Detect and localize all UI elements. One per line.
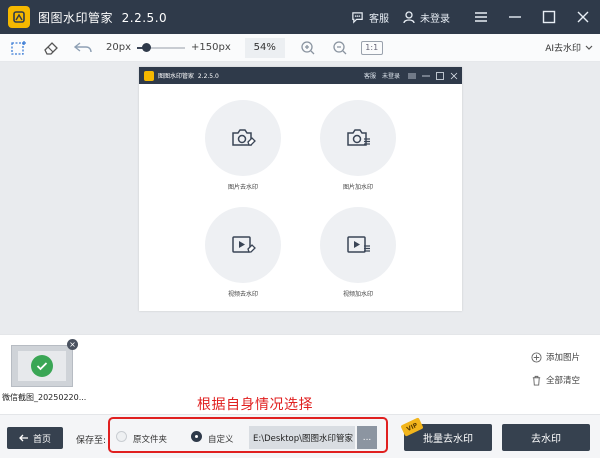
title-bar: 图图水印管家 2.2.5.0 客服 未登录 — [0, 0, 600, 34]
preview-close-icon — [448, 70, 460, 82]
zoom-in-icon — [301, 40, 315, 54]
preview-video-remove-watermark: 视频去水印 — [205, 207, 281, 298]
select-region-tool[interactable] — [6, 37, 32, 59]
undo-icon — [73, 41, 92, 52]
user-icon — [403, 10, 415, 23]
thumbnail-filename: 微信截图_20250220... — [2, 393, 87, 402]
preview-menu-icon — [406, 70, 418, 82]
actual-size-button[interactable]: 1:1 — [360, 40, 383, 55]
save-to-label: 保存至: — [76, 436, 107, 446]
zoom-out-icon — [333, 40, 347, 54]
maximize-button[interactable] — [532, 0, 566, 34]
slider-handle[interactable] — [142, 42, 151, 52]
preview-image-remove-watermark: 图片去水印 — [205, 100, 281, 191]
preview-login-label: 未登录 — [381, 73, 400, 80]
selection-box-icon — [11, 40, 26, 55]
eraser-tool[interactable] — [38, 37, 64, 59]
ai-remove-dropdown[interactable]: AI去水印 — [545, 41, 594, 54]
preview-logo-icon — [144, 70, 154, 81]
chat-icon — [352, 11, 363, 24]
app-logo-icon — [8, 6, 30, 28]
hamburger-icon — [475, 12, 487, 22]
toolbar: 20px +150px 54% 1:1 AI去水印 — [0, 34, 600, 62]
camera-erase-icon — [232, 129, 256, 146]
annotation-highlight-box — [108, 417, 388, 453]
video-add-icon — [347, 236, 370, 253]
app-title: 图图水印管家 2.2.5.0 — [38, 10, 168, 25]
close-button[interactable] — [566, 0, 600, 34]
eraser-icon — [44, 41, 58, 55]
trash-icon — [532, 375, 541, 386]
preview-video-add-watermark: 视频加水印 — [320, 207, 396, 298]
annotation-text: 根据自身情况选择 — [197, 397, 313, 413]
image-canvas[interactable]: 图图水印管家 2.2.5.0 客服 未登录 图片去水印 图片加水印 视频去水印 … — [0, 62, 600, 334]
preview-image: 图图水印管家 2.2.5.0 客服 未登录 图片去水印 图片加水印 视频去水印 … — [139, 67, 462, 311]
undo-button[interactable] — [70, 37, 96, 59]
preview-title-bar: 图图水印管家 2.2.5.0 客服 未登录 — [139, 67, 462, 84]
home-button[interactable]: 首页 — [7, 427, 63, 449]
check-icon — [31, 355, 53, 377]
minimize-button[interactable] — [498, 0, 532, 34]
remove-watermark-button[interactable]: 去水印 — [502, 424, 590, 451]
login-button[interactable]: 未登录 — [403, 10, 450, 25]
preview-app-title: 图图水印管家 2.2.5.0 — [158, 73, 219, 80]
zoom-in-button[interactable] — [295, 37, 321, 59]
preview-maximize-icon — [434, 70, 446, 82]
clear-all-button[interactable]: 全部清空 — [531, 374, 580, 386]
preview-image-add-watermark: 图片加水印 — [320, 100, 396, 191]
zoom-level: 54% — [244, 37, 285, 58]
maximize-icon — [542, 10, 556, 24]
brush-size-slider[interactable] — [137, 42, 185, 53]
add-image-button[interactable]: 添加图片 — [531, 351, 580, 363]
zoom-out-button[interactable] — [327, 37, 353, 59]
preview-service-label: 客服 — [363, 73, 376, 80]
brush-min-label: 20px — [106, 42, 131, 53]
menu-button[interactable] — [464, 0, 498, 34]
close-icon — [577, 11, 589, 23]
camera-add-icon — [347, 129, 370, 146]
preview-minimize-icon — [420, 70, 432, 82]
plus-circle-icon — [531, 351, 542, 363]
app-version: 2.2.5.0 — [121, 10, 168, 25]
chevron-down-icon — [585, 45, 593, 50]
remove-thumbnail-icon[interactable]: × — [67, 339, 78, 350]
brush-max-label: +150px — [191, 42, 231, 53]
back-icon — [19, 434, 28, 442]
video-erase-icon — [232, 236, 256, 253]
customer-service-button[interactable]: 客服 — [351, 10, 389, 25]
thumbnail-item[interactable] — [11, 345, 73, 387]
minimize-icon — [509, 16, 521, 18]
